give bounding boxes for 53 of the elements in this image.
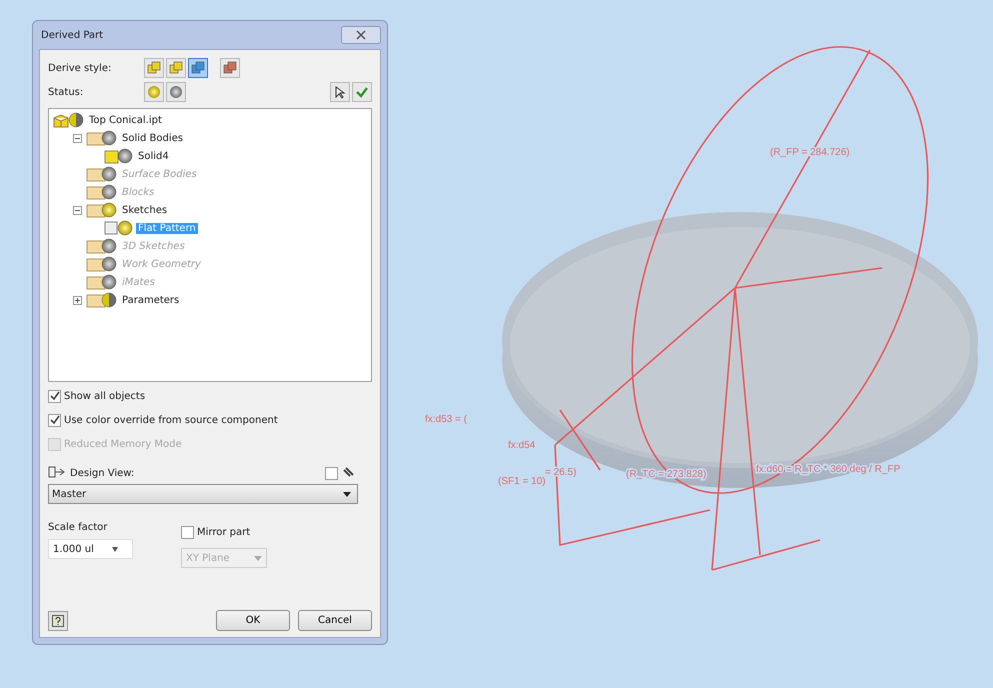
scale-factor-field[interactable]: 1.000 ul xyxy=(48,539,133,559)
derive-style-button[interactable] xyxy=(166,58,186,78)
derive-style-button[interactable] xyxy=(144,58,164,78)
dialog-button[interactable]: Cancel xyxy=(298,610,372,631)
tree-item[interactable]: Solid4 xyxy=(136,150,171,162)
toggle-icon xyxy=(73,296,82,304)
checkbox[interactable] xyxy=(181,526,194,538)
help-icon xyxy=(52,614,64,626)
shape-icon xyxy=(223,61,237,75)
checkbox-label: Use color override from source component xyxy=(64,414,278,426)
sphere-icon xyxy=(147,85,161,99)
status-label: Status: xyxy=(48,86,84,98)
design-view-dropdown[interactable]: Master xyxy=(48,484,358,504)
select-button[interactable] xyxy=(330,82,350,102)
expand-toggle[interactable] xyxy=(73,132,84,144)
dimension-label: fx:d53 = ( xyxy=(425,414,467,425)
checkbox-label: Mirror part xyxy=(197,526,250,538)
expand-toggle[interactable] xyxy=(73,204,84,216)
close-button[interactable] xyxy=(341,26,381,44)
checkbox-label: Show all objects xyxy=(64,390,146,402)
checkbox-label: Reduced Memory Mode xyxy=(64,438,182,450)
cursor-icon xyxy=(333,85,347,99)
derive-style-button[interactable] xyxy=(220,58,240,78)
checkbox[interactable] xyxy=(48,390,61,402)
checkbox[interactable] xyxy=(48,414,61,426)
close-icon xyxy=(356,30,366,40)
dialog-button[interactable]: OK xyxy=(216,610,290,631)
expand-toggle[interactable] xyxy=(73,294,84,306)
tree-item[interactable]: Top Conical.ipt xyxy=(87,114,164,126)
dimension-label: (SF1 = 10) xyxy=(498,476,546,487)
caret-icon xyxy=(254,556,262,560)
help-button[interactable] xyxy=(48,610,68,630)
toggle-icon xyxy=(73,134,82,142)
toggle-icon xyxy=(73,206,82,214)
shape-icon xyxy=(169,61,183,75)
sphere-icon xyxy=(169,85,183,99)
window-title: Derived Part xyxy=(40,30,104,40)
shape-icon xyxy=(191,61,205,75)
shape-icon xyxy=(147,61,161,75)
exclude-button[interactable] xyxy=(166,82,186,102)
derive-style-button[interactable] xyxy=(188,58,208,78)
tree-item[interactable]: Parameters xyxy=(120,294,182,306)
design-view-icon xyxy=(48,466,66,480)
checkbox[interactable] xyxy=(325,466,338,480)
dimension-label: fx:d54 xyxy=(508,440,536,451)
tree-item[interactable]: Solid Bodies xyxy=(120,132,186,144)
derive-style-label: Derive style: xyxy=(48,62,112,74)
caret-icon xyxy=(343,492,351,496)
tree-item[interactable]: Sketches xyxy=(120,204,170,216)
caret-icon xyxy=(112,546,118,552)
scale-factor-label: Scale factor xyxy=(48,522,108,533)
check-icon xyxy=(355,85,369,99)
design-view-label: Design View: xyxy=(70,468,134,478)
